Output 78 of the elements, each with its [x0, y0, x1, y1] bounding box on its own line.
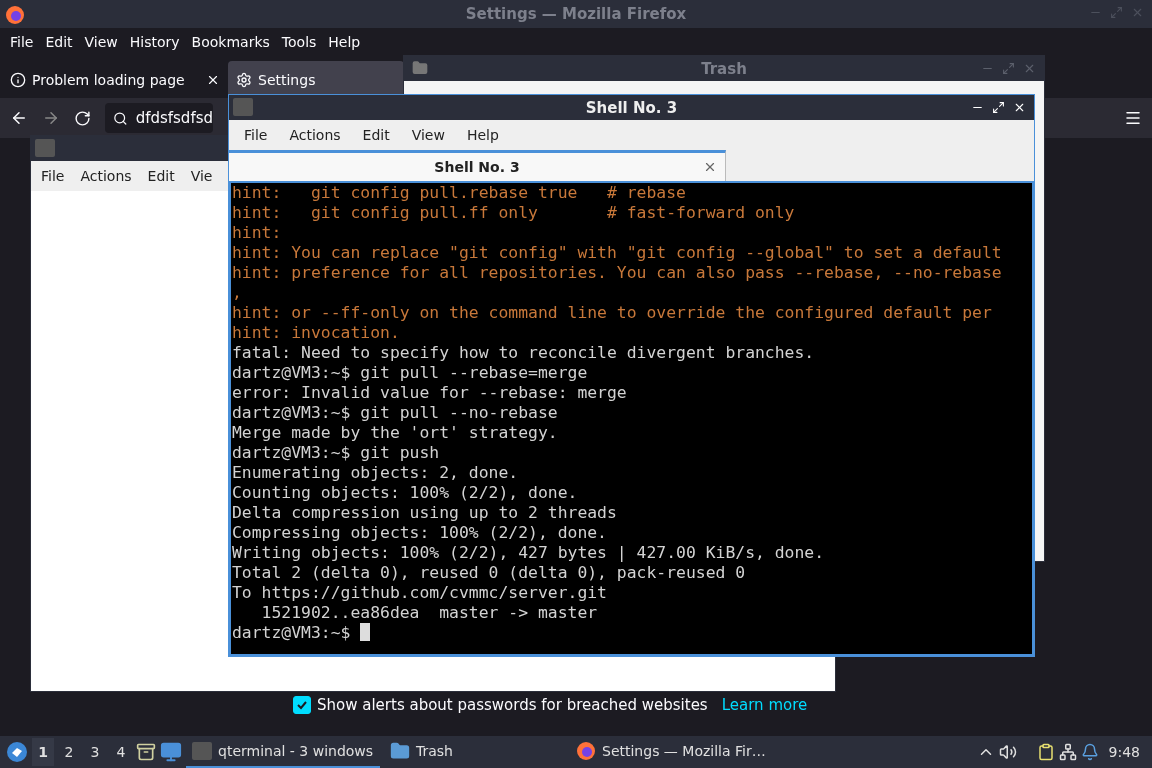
- workspace-button[interactable]: 2: [58, 738, 80, 766]
- clipboard-icon[interactable]: [1036, 743, 1055, 761]
- terminal-line: Enumerating objects: 2, done.: [232, 463, 520, 483]
- menu-item[interactable]: Bookmarks: [185, 33, 276, 50]
- terminal-line: ,: [232, 283, 243, 303]
- terminal-line: 1521902..ea86dea master -> master: [260, 603, 599, 623]
- browser-tab[interactable]: Problem loading page: [2, 61, 228, 98]
- menu-item[interactable]: Help: [455, 127, 510, 143]
- terminal-line: Writing objects: 100% (2/2), 427 bytes | 427.00 KiB/s, done.: [232, 543, 826, 563]
- menu-item[interactable]: File: [4, 33, 40, 50]
- back-icon[interactable]: [10, 109, 28, 127]
- menu-item[interactable]: View: [400, 127, 456, 143]
- folder-icon: [390, 741, 410, 761]
- menu-item[interactable]: File: [41, 168, 65, 184]
- terminal-line: error: Invalid value for --rebase: merge: [232, 383, 628, 403]
- folder-icon: [412, 60, 428, 76]
- start-menu-icon[interactable]: [6, 741, 28, 763]
- terminal-line: hint: or --ff-only on the command line to override the configured default per: [232, 303, 993, 323]
- firefox-icon: [5, 5, 25, 25]
- clock: 9:48: [1107, 744, 1141, 760]
- menu-item[interactable]: History: [123, 33, 186, 50]
- reload-icon[interactable]: [74, 109, 91, 127]
- terminal-line: dartz@VM3:~$ git push: [232, 443, 441, 463]
- terminal-tab[interactable]: Shell No. 3: [229, 150, 726, 181]
- settings-icon: [236, 71, 252, 88]
- firefox-icon: [576, 741, 596, 761]
- search-icon: [113, 109, 128, 127]
- menu-item[interactable]: Vie: [190, 168, 213, 184]
- desktop-icon[interactable]: [160, 741, 182, 763]
- workspace-button[interactable]: 1: [32, 738, 54, 766]
- menu-item[interactable]: Edit: [147, 168, 175, 184]
- taskbar-button[interactable]: qterminal - 3 windows: [186, 736, 380, 768]
- terminal-line: hint: invocation.: [232, 323, 401, 343]
- workspace-button[interactable]: 3: [84, 738, 106, 766]
- learn-more-link[interactable]: Learn more: [721, 696, 808, 714]
- window-title: Shell No. 3: [585, 98, 678, 117]
- menu-item[interactable]: Actions: [278, 127, 352, 143]
- menu-item[interactable]: Actions: [80, 168, 132, 184]
- terminal-line: hint: preference for all repositories. You can also pass --rebase, --no-rebase: [232, 263, 1003, 283]
- terminal-line: hint: git config pull.ff only # fast-forward only: [232, 203, 796, 223]
- terminal-line: To https://github.com/cvmmc/server.git: [232, 583, 608, 603]
- menu-item[interactable]: Edit: [39, 33, 79, 50]
- terminal-line: fatal: Need to specify how to reconcile divergent branches.: [232, 343, 816, 363]
- terminal-line: dartz@VM3:~$ git pull --rebase=merge: [232, 363, 589, 383]
- file-cabinet-icon[interactable]: [136, 742, 156, 762]
- menu-item[interactable]: Edit: [351, 127, 401, 143]
- checkmark-icon: [296, 699, 308, 711]
- terminal-line: Merge made by the 'ort' strategy.: [232, 423, 559, 443]
- forward-icon[interactable]: [42, 109, 60, 127]
- menu-item[interactable]: File: [233, 127, 279, 143]
- notification-icon[interactable]: [1080, 743, 1099, 761]
- window-title: Trash: [701, 59, 747, 78]
- taskbar-button[interactable]: Settings — Mozilla Fir…: [570, 736, 772, 768]
- menu-item[interactable]: Tools: [275, 33, 323, 50]
- terminal-line: Compressing objects: 100% (2/2), done.: [232, 523, 608, 543]
- info-icon: [10, 71, 26, 88]
- prompt: dartz@VM3:~$: [232, 623, 351, 642]
- terminal-line: Delta compression using up to 2 threads: [232, 503, 618, 523]
- menu-item[interactable]: View: [78, 33, 124, 50]
- setting-label: Show alerts about passwords for breached websites: [317, 696, 708, 714]
- terminal-line: Counting objects: 100% (2/2), done.: [232, 483, 579, 503]
- window-title: Settings — Mozilla Firefox: [465, 5, 687, 23]
- network-icon[interactable]: [1058, 743, 1077, 761]
- taskbar-button[interactable]: Trash: [384, 736, 566, 768]
- terminal-line: dartz@VM3:~$ git pull --no-rebase: [232, 403, 559, 423]
- terminal-line: hint: You can replace "git config" with "git config --global" to set a default: [232, 243, 1003, 263]
- maximize-icon[interactable]: [992, 101, 1005, 114]
- checkbox[interactable]: [293, 696, 311, 714]
- menu-icon[interactable]: [1124, 109, 1142, 127]
- terminal-line: Total 2 (delta 0), reused 0 (delta 0), pack-reused 0: [232, 563, 747, 583]
- menu-item[interactable]: Help: [322, 33, 367, 50]
- address-field[interactable]: dfdsfsdfsd: [105, 103, 213, 133]
- terminal-line: hint: git config pull.rebase true # rebase: [232, 183, 687, 203]
- close-icon[interactable]: [1013, 101, 1026, 114]
- volume-icon[interactable]: [998, 743, 1017, 761]
- cursor: [360, 623, 371, 641]
- terminal-line: hint:: [232, 223, 283, 243]
- workspace-button[interactable]: 4: [110, 738, 132, 766]
